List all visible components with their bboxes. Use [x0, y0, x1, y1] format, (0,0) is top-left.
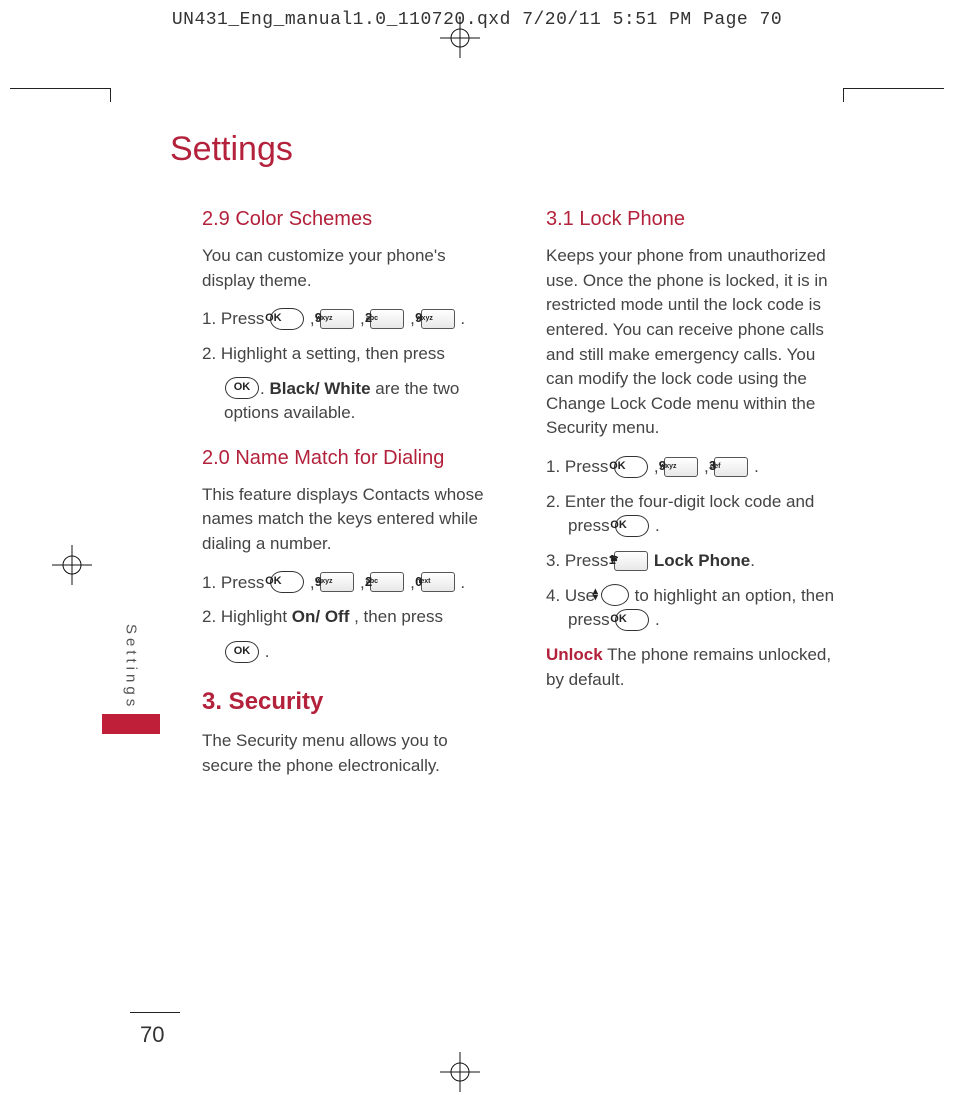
step-cont: OK .	[202, 640, 502, 665]
text-strong: Lock Phone	[654, 551, 750, 570]
ok-key-icon: OK	[615, 515, 649, 537]
key-9-icon: 9wxyz	[664, 457, 698, 477]
side-tab-label: Settings	[123, 624, 140, 710]
text: 1. Press	[202, 309, 269, 328]
key-1-icon: 1☎	[614, 551, 648, 571]
registration-mark-icon	[52, 545, 92, 585]
heading-2-9: 2.9 Color Schemes	[202, 205, 502, 234]
key-3-icon: 3def	[714, 457, 748, 477]
registration-mark-icon	[440, 18, 480, 58]
key-9-icon: 9wxyz	[421, 309, 455, 329]
step: 1. Press OK , 9wxyz , 3def .	[546, 455, 846, 480]
option-desc: Unlock The phone remains unlocked, by de…	[546, 643, 846, 692]
step: 1. Press OK , 9wxyz , 2abc , 0next .	[202, 571, 502, 596]
ok-key-icon: OK	[270, 308, 304, 330]
step: 2. Highlight a setting, then press	[202, 342, 502, 367]
ok-key-icon: OK	[615, 609, 649, 631]
text: 3. Press	[546, 551, 613, 570]
body-text: Keeps your phone from unauthorized use. …	[546, 244, 846, 441]
step: 4. Use ▴▾ to highlight an option, then p…	[546, 584, 846, 633]
body-text: The Security menu allows you to secure t…	[202, 729, 502, 778]
step: 1. Press OK , 9wxyz , 2abc , 9wxyz .	[202, 307, 502, 332]
body-text: You can customize your phone's display t…	[202, 244, 502, 293]
ok-key-icon: OK	[270, 571, 304, 593]
step-cont: OK. Black/ White are the two options ava…	[202, 377, 502, 426]
key-9-icon: 9wxyz	[320, 572, 354, 592]
heading-3: 3. Security	[202, 685, 502, 720]
text: 1. Press	[546, 457, 613, 476]
text: 4. Use	[546, 586, 600, 605]
ok-key-icon: OK	[614, 456, 648, 478]
ok-key-icon: OK	[225, 641, 259, 663]
option-name: Unlock	[546, 645, 603, 664]
text-strong: Black/ White	[269, 379, 370, 398]
text: 2. Enter the four-digit lock code and pr…	[546, 492, 814, 536]
text: 2. Highlight a setting, then press	[202, 344, 445, 363]
text: , then press	[349, 607, 443, 626]
side-tab-bar	[102, 714, 160, 734]
step: 2. Enter the four-digit lock code and pr…	[546, 490, 846, 539]
side-tab: Settings	[102, 624, 160, 734]
text-strong: On/ Off	[292, 607, 350, 626]
key-0-icon: 0next	[421, 572, 455, 592]
right-column: 3.1 Lock Phone Keeps your phone from una…	[546, 205, 846, 793]
key-2-icon: 2abc	[370, 572, 404, 592]
page-number: 70	[140, 1022, 164, 1048]
page-title: Settings	[170, 130, 874, 169]
crop-mark	[10, 88, 110, 89]
body-text: This feature displays Contacts whose nam…	[202, 483, 502, 557]
left-column: 2.9 Color Schemes You can customize your…	[202, 205, 502, 793]
ok-key-icon: OK	[225, 377, 259, 399]
text: 2. Highlight	[202, 607, 292, 626]
heading-2-0: 2.0 Name Match for Dialing	[202, 444, 502, 473]
step: 2. Highlight On/ Off , then press	[202, 605, 502, 630]
nav-key-icon: ▴▾	[601, 584, 629, 606]
step: 3. Press 1☎ Lock Phone.	[546, 549, 846, 574]
key-2-icon: 2abc	[370, 309, 404, 329]
text: 1. Press	[202, 573, 269, 592]
page-body: Settings 2.9 Color Schemes You can custo…	[100, 70, 894, 1069]
key-9-icon: 9wxyz	[320, 309, 354, 329]
heading-3-1: 3.1 Lock Phone	[546, 205, 846, 234]
